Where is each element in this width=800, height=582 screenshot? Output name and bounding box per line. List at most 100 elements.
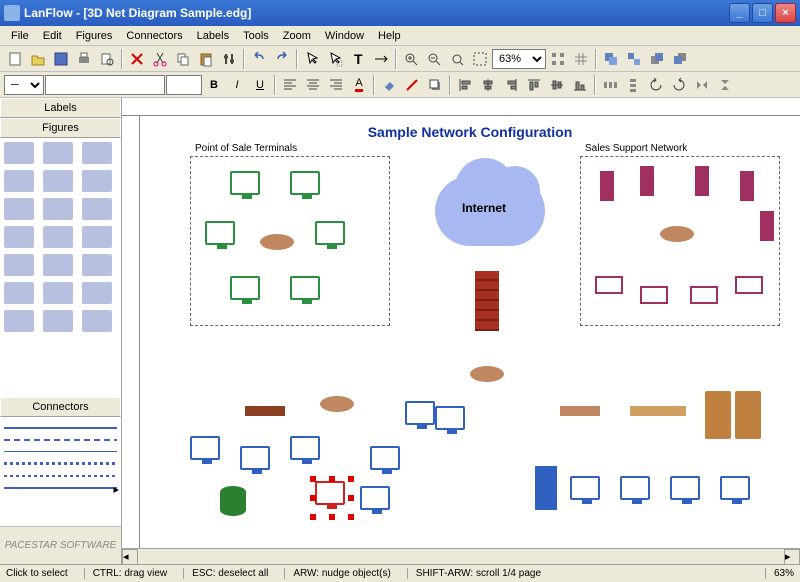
align-objects-top[interactable] (523, 74, 545, 96)
zoom-select[interactable]: 63% (492, 49, 546, 69)
workstation[interactable] (570, 476, 600, 500)
workstation[interactable] (370, 446, 400, 470)
figure-stencil[interactable] (82, 226, 112, 248)
pos-terminal[interactable] (290, 276, 320, 300)
database[interactable] (220, 486, 246, 516)
ungroup-button[interactable] (623, 48, 645, 70)
print-button[interactable] (73, 48, 95, 70)
text-tool[interactable]: T (347, 48, 369, 70)
sales-tower[interactable] (600, 171, 614, 201)
group-button[interactable] (600, 48, 622, 70)
flip-h-button[interactable] (691, 74, 713, 96)
rotate-right-button[interactable] (668, 74, 690, 96)
pos-terminal[interactable] (230, 171, 260, 195)
connector-dotted[interactable] (4, 462, 117, 465)
figure-stencil[interactable] (43, 170, 73, 192)
zoom-in-button[interactable] (400, 48, 422, 70)
grid-button[interactable] (570, 48, 592, 70)
figure-stencil[interactable] (82, 142, 112, 164)
flip-v-button[interactable] (714, 74, 736, 96)
shadow-button[interactable] (424, 74, 446, 96)
figure-stencil[interactable] (43, 198, 73, 220)
selection-handle[interactable] (310, 476, 316, 482)
selection-handle[interactable] (348, 495, 354, 501)
undo-button[interactable] (248, 48, 270, 70)
align-objects-center[interactable] (477, 74, 499, 96)
labels-panel-header[interactable]: Labels (0, 98, 121, 118)
pos-terminal[interactable] (205, 221, 235, 245)
workstation[interactable] (290, 436, 320, 460)
scroll-left-button[interactable]: ◂ (122, 549, 138, 565)
selection-handle[interactable] (310, 514, 316, 520)
figure-stencil[interactable] (82, 282, 112, 304)
figure-stencil[interactable] (4, 142, 34, 164)
delete-button[interactable] (126, 48, 148, 70)
menu-labels[interactable]: Labels (190, 28, 236, 44)
menu-tools[interactable]: Tools (236, 28, 276, 44)
align-objects-bottom[interactable] (569, 74, 591, 96)
workstation[interactable] (190, 436, 220, 460)
selection-handle[interactable] (348, 514, 354, 520)
figure-stencil[interactable] (4, 170, 34, 192)
align-left-button[interactable] (279, 74, 301, 96)
open-button[interactable] (27, 48, 49, 70)
menu-zoom[interactable]: Zoom (276, 28, 318, 44)
figure-stencil[interactable] (43, 226, 73, 248)
pointer-tool[interactable] (301, 48, 323, 70)
menu-figures[interactable]: Figures (69, 28, 120, 44)
selection-handle[interactable] (310, 495, 316, 501)
sales-laptop[interactable] (640, 286, 668, 304)
menu-window[interactable]: Window (318, 28, 371, 44)
selection-handle[interactable] (329, 514, 335, 520)
snap-button[interactable] (547, 48, 569, 70)
connector-thin[interactable] (4, 451, 117, 452)
figure-stencil[interactable] (43, 310, 73, 332)
sales-laptop[interactable] (690, 286, 718, 304)
zoom-out-button[interactable] (423, 48, 445, 70)
workstation[interactable] (620, 476, 650, 500)
align-objects-right[interactable] (500, 74, 522, 96)
workstation[interactable] (670, 476, 700, 500)
new-button[interactable] (4, 48, 26, 70)
workstation[interactable] (435, 406, 465, 430)
workstation-tower[interactable] (535, 466, 557, 510)
italic-button[interactable]: I (226, 74, 248, 96)
figure-stencil[interactable] (82, 310, 112, 332)
canvas[interactable]: Sample Network Configuration Point of Sa… (140, 116, 800, 548)
align-right-button[interactable] (325, 74, 347, 96)
sales-tower[interactable] (640, 166, 654, 196)
server-rack[interactable] (705, 391, 731, 439)
zoom-fit-button[interactable] (446, 48, 468, 70)
maximize-button[interactable]: □ (752, 3, 773, 23)
horizontal-scrollbar[interactable]: ◂ ▸ (122, 548, 800, 564)
connector-dashed[interactable] (4, 439, 117, 441)
figure-stencil[interactable] (43, 254, 73, 276)
send-back-button[interactable] (669, 48, 691, 70)
close-button[interactable]: × (775, 3, 796, 23)
figure-stencil[interactable] (82, 254, 112, 276)
menu-edit[interactable]: Edit (36, 28, 69, 44)
figure-stencil[interactable] (4, 310, 34, 332)
workstation[interactable] (720, 476, 750, 500)
zoom-region-button[interactable] (469, 48, 491, 70)
connector-arrow[interactable]: ▸ (4, 487, 117, 489)
router-left[interactable] (320, 396, 354, 412)
pos-terminal[interactable] (230, 276, 260, 300)
selection-handle[interactable] (348, 476, 354, 482)
workstation[interactable] (240, 446, 270, 470)
switch-left[interactable] (245, 406, 285, 416)
scroll-right-button[interactable]: ▸ (784, 549, 800, 565)
line-color-button[interactable] (401, 74, 423, 96)
paste-button[interactable] (195, 48, 217, 70)
pos-terminal[interactable] (315, 221, 345, 245)
minimize-button[interactable]: _ (729, 3, 750, 23)
font-select[interactable] (45, 75, 165, 95)
figure-stencil[interactable] (4, 226, 34, 248)
copy-button[interactable] (172, 48, 194, 70)
connector-solid[interactable] (4, 427, 117, 429)
sales-router[interactable] (660, 226, 694, 242)
figure-stencil[interactable] (43, 282, 73, 304)
figure-stencil[interactable] (4, 282, 34, 304)
align-center-button[interactable] (302, 74, 324, 96)
align-objects-left[interactable] (454, 74, 476, 96)
